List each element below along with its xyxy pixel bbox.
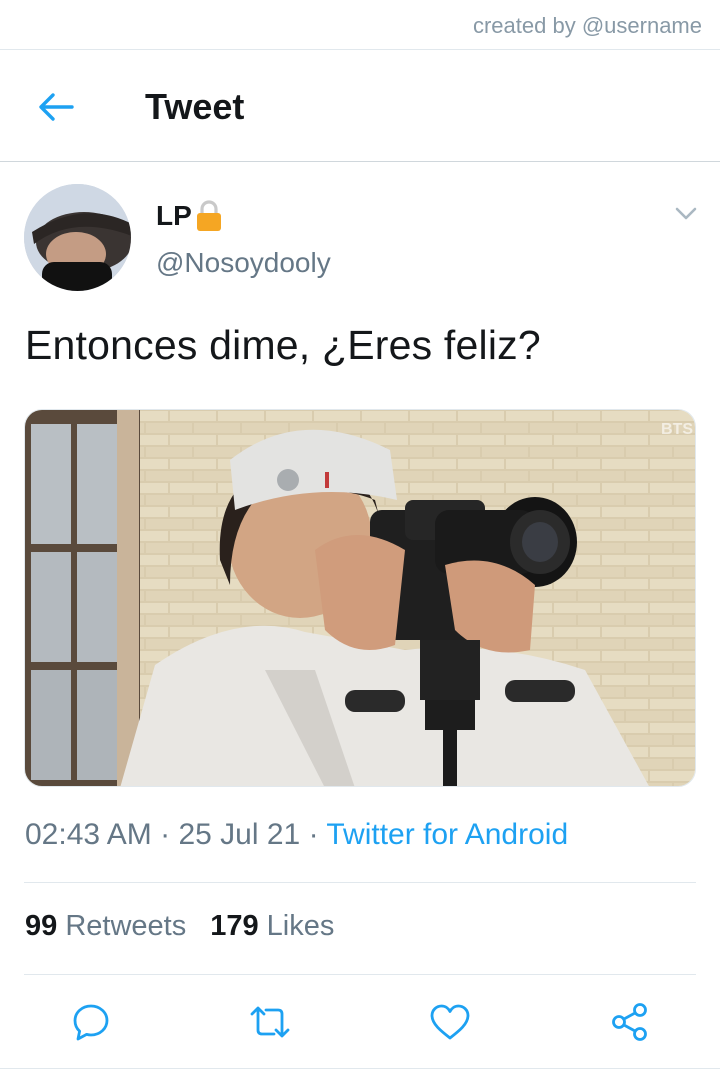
tweet-header: Tweet bbox=[0, 50, 720, 162]
top-bar: created by @username bbox=[0, 0, 720, 50]
tweet-stats: 99 Retweets 179 Likes bbox=[25, 910, 334, 943]
retweets-label: Retweets bbox=[65, 910, 187, 942]
author-name-row[interactable]: LP bbox=[156, 196, 224, 236]
likes-stat[interactable]: 179 Likes bbox=[210, 910, 334, 943]
tweet-actions bbox=[0, 1000, 720, 1044]
divider bbox=[24, 882, 696, 883]
divider bbox=[24, 974, 696, 975]
like-button[interactable] bbox=[428, 1000, 472, 1044]
arrow-left-icon bbox=[39, 93, 74, 121]
retweet-button[interactable] bbox=[248, 1000, 292, 1044]
back-button[interactable] bbox=[36, 87, 76, 127]
tweet-meta: 02:43 AM · 25 Jul 21 · Twitter for Andro… bbox=[25, 818, 568, 852]
page-title: Tweet bbox=[145, 86, 245, 127]
chevron-down-icon bbox=[675, 207, 697, 220]
meta-separator: · bbox=[160, 818, 171, 851]
more-options-button[interactable] bbox=[672, 202, 700, 226]
likes-label: Likes bbox=[266, 910, 335, 942]
media-watermark: BTS bbox=[661, 421, 693, 438]
lock-icon bbox=[196, 200, 221, 231]
like-icon bbox=[430, 1004, 470, 1040]
share-button[interactable] bbox=[608, 1000, 652, 1044]
meta-separator: · bbox=[308, 818, 319, 851]
media-photo: BTS bbox=[25, 410, 695, 786]
tweet-text: Entonces dime, ¿Eres feliz? bbox=[25, 322, 541, 368]
retweet-icon bbox=[250, 1006, 290, 1038]
retweets-count: 99 bbox=[25, 910, 58, 942]
tweet-media[interactable]: BTS bbox=[24, 409, 696, 787]
reply-button[interactable] bbox=[69, 1000, 113, 1044]
watermark-text: created by @username bbox=[472, 13, 702, 38]
bottom-divider bbox=[0, 1068, 720, 1069]
reply-icon bbox=[73, 1004, 109, 1041]
avatar[interactable] bbox=[24, 184, 131, 291]
avatar-image bbox=[24, 184, 131, 291]
tweet-source-link[interactable]: Twitter for Android bbox=[326, 818, 568, 851]
tweet-date: 25 Jul 21 bbox=[178, 818, 301, 851]
likes-count: 179 bbox=[210, 910, 259, 942]
tweet-time: 02:43 AM bbox=[25, 818, 152, 851]
display-name[interactable]: LP bbox=[156, 200, 192, 232]
share-icon bbox=[612, 1003, 647, 1041]
retweets-stat[interactable]: 99 Retweets bbox=[25, 910, 186, 943]
author-handle[interactable]: @Nosoydooly bbox=[156, 247, 331, 279]
